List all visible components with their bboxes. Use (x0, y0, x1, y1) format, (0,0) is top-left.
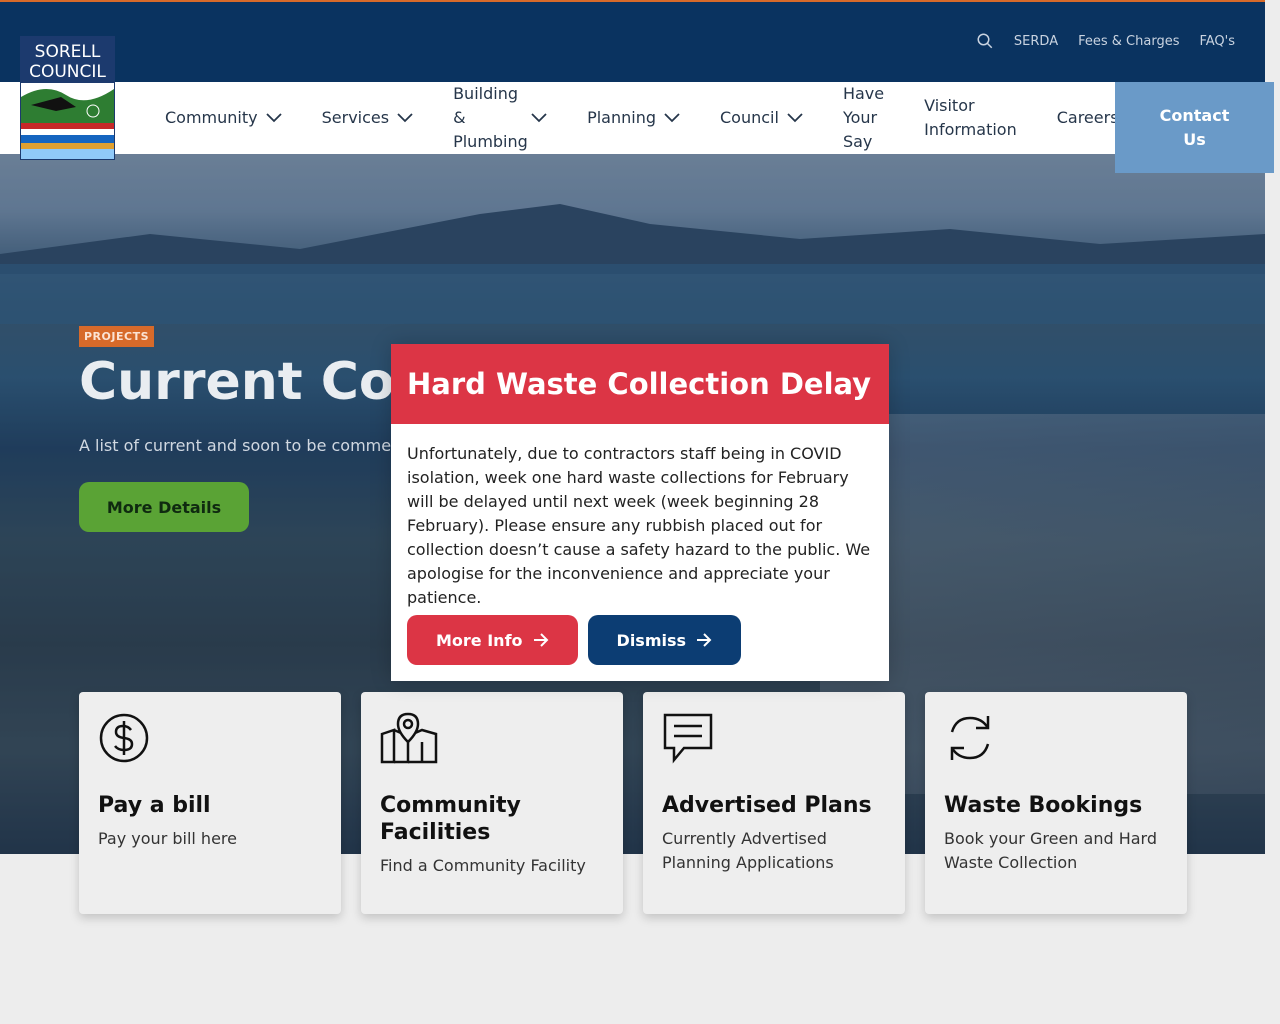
sorell-council-logo[interactable]: SORELL COUNCIL (20, 36, 115, 160)
serda-link[interactable]: SERDA (1014, 34, 1058, 49)
quick-link-cards: Pay a bill Pay your bill here Community … (79, 692, 1187, 914)
dismiss-button[interactable]: Dismiss (587, 615, 742, 665)
hero-subtitle: A list of current and soon to be commenc… (79, 436, 399, 455)
contact-us-label: Contact Us (1159, 105, 1230, 149)
card-title: Pay a bill (98, 793, 211, 818)
chevron-down-icon (664, 113, 680, 123)
card-title: Community Facilities (380, 793, 521, 845)
nav-visitor-line1: Visitor (924, 96, 975, 115)
dollar-circle-icon (99, 713, 149, 763)
card-advertised-plans[interactable]: Advertised Plans Currently Advertised Pl… (643, 692, 905, 914)
hero-title: Current Council Projects (79, 352, 399, 412)
nav-community-label: Community (165, 108, 258, 127)
refresh-icon (950, 716, 990, 760)
nav-hys-line3: Say (842, 132, 873, 151)
chevron-down-icon (787, 113, 803, 123)
nav-building-line1: Building (453, 84, 518, 103)
modal-header: Hard Waste Collection Delay (391, 344, 889, 424)
fees-charges-link[interactable]: Fees & Charges (1078, 34, 1179, 49)
alert-modal: Hard Waste Collection Delay Unfortunatel… (391, 344, 889, 681)
chevron-down-icon (265, 113, 282, 123)
nav-building-label: Building & Plumbing (453, 82, 528, 154)
message-icon (663, 713, 713, 764)
projects-tag: PROJECTS (79, 326, 154, 347)
nav-building-plumbing[interactable]: Building & Plumbing (453, 82, 547, 154)
primary-nav: Community Services Building & Plumbing P… (165, 82, 1159, 154)
arrow-right-icon (697, 633, 712, 647)
card-waste-bookings[interactable]: Waste Bookings Book your Green and Hard … (925, 692, 1187, 914)
nav-council[interactable]: Council (720, 106, 803, 130)
nav-building-line3: Plumbing (453, 132, 528, 151)
nav-services[interactable]: Services (322, 106, 413, 130)
faq-link[interactable]: FAQ's (1199, 34, 1235, 49)
search-icon[interactable] (976, 32, 994, 50)
card-description: Find a Community Facility (380, 856, 586, 875)
nav-building-line2: & (453, 108, 466, 127)
arrow-right-icon (533, 633, 548, 647)
nav-community[interactable]: Community (165, 106, 282, 130)
more-details-button[interactable]: More Details (79, 482, 249, 532)
chevron-down-icon (531, 113, 547, 123)
card-description: Pay your bill here (98, 829, 237, 848)
nav-hys-line2: Your (842, 108, 878, 127)
card-title: Waste Bookings (944, 793, 1143, 818)
card-description: Book your Green and Hard Waste Collectio… (944, 829, 1157, 872)
chevron-down-icon (397, 113, 413, 123)
svg-text:COUNCIL: COUNCIL (29, 62, 106, 82)
modal-body-text: Unfortunately, due to contractors staff … (407, 444, 871, 607)
svg-text:SORELL: SORELL (35, 42, 101, 62)
dismiss-label: Dismiss (616, 630, 687, 650)
nav-services-label: Services (321, 108, 390, 127)
nav-visitor-information[interactable]: Visitor Information (924, 94, 1017, 142)
nav-hys-line1: Have (842, 84, 885, 103)
card-community-facilities[interactable]: Community Facilities Find a Community Fa… (361, 692, 623, 914)
nav-planning[interactable]: Planning (587, 106, 680, 130)
card-title: Advertised Plans (662, 793, 872, 818)
nav-have-your-say[interactable]: Have Your Say (843, 82, 884, 154)
card-description: Currently Advertised Planning Applicatio… (662, 829, 834, 872)
map-pin-icon (380, 712, 438, 764)
utility-links: SERDA Fees & Charges FAQ's (976, 32, 1235, 50)
card-pay-a-bill[interactable]: Pay a bill Pay your bill here (79, 692, 341, 914)
modal-title: Hard Waste Collection Delay (407, 367, 872, 401)
nav-council-label: Council (720, 108, 779, 127)
modal-actions: More Info Dismiss (407, 615, 742, 665)
more-info-button[interactable]: More Info (407, 615, 578, 665)
nav-careers-label: Careers (1056, 108, 1119, 127)
nav-planning-label: Planning (587, 108, 656, 127)
nav-careers[interactable]: Careers (1057, 106, 1119, 130)
contact-us-button[interactable]: Contact Us (1115, 82, 1274, 173)
nav-have-your-say-label: Have Your Say (843, 82, 884, 154)
top-utility-bar: SERDA Fees & Charges FAQ's (0, 0, 1265, 82)
more-info-label: More Info (436, 630, 523, 650)
nav-visitor-label: Visitor Information (924, 94, 1017, 142)
nav-visitor-line2: Information (924, 120, 1017, 139)
